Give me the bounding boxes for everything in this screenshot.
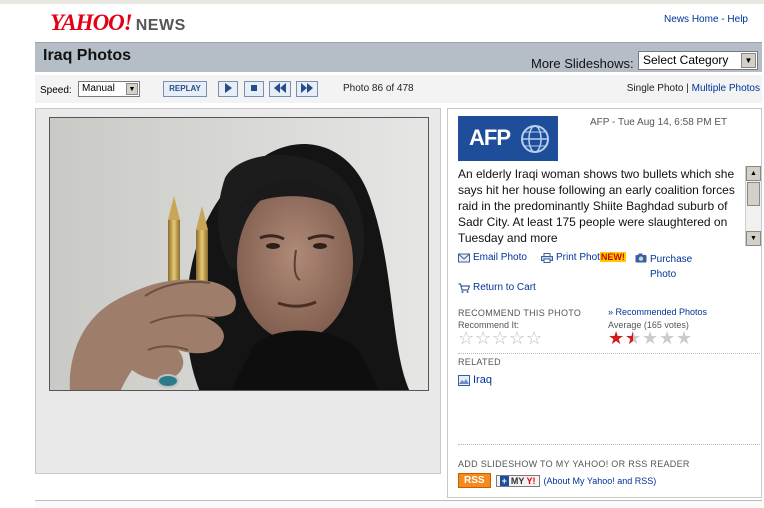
rewind-icon [274, 83, 286, 93]
recommend-star-rating[interactable]: ☆ ☆ ☆ ☆ ☆ [458, 329, 543, 347]
photo-caption: An elderly Iraqi woman shows two bullets… [458, 167, 735, 245]
yahoo-news-logo[interactable]: YAHOO! NEWS [50, 10, 186, 36]
afp-logo[interactable]: AFP [458, 116, 558, 161]
recommended-photos-link[interactable]: » Recommended Photos [608, 307, 707, 317]
dropdown-arrow-icon: ▼ [126, 83, 138, 95]
photo-panel [35, 108, 441, 474]
dropdown-arrow-icon: ▼ [741, 53, 756, 68]
view-mode-links: Single Photo | Multiple Photos [627, 83, 760, 94]
speed-select[interactable]: Manual ▼ [78, 81, 140, 97]
photo-counter: Photo 86 of 478 [343, 83, 414, 94]
more-slideshows-label: More Slideshows: [531, 56, 634, 71]
filled-star-icon: ★ [608, 328, 625, 348]
header-link-separator: - [721, 14, 725, 25]
top-border [0, 0, 764, 4]
purchase-label-line2: Photo [650, 269, 677, 280]
photo-byline: AFP - Tue Aug 14, 6:58 PM ET [590, 117, 728, 128]
print-photo-label: Print Phot [556, 252, 600, 263]
related-iraq-link[interactable]: Iraq [458, 374, 492, 386]
stop-icon [251, 85, 257, 91]
purchase-photo-link[interactable]: Purchase Photo [635, 252, 692, 282]
photo-illustration [50, 118, 428, 390]
scroll-down-button[interactable]: ▼ [746, 231, 761, 246]
page-title: Iraq Photos [43, 47, 132, 64]
return-to-cart-label: Return to Cart [473, 282, 536, 293]
bottom-content-edge [35, 500, 762, 508]
email-photo-link[interactable]: Email Photo [458, 252, 527, 263]
my-yahoo-label: MY [510, 475, 525, 486]
add-to-my-yahoo-button[interactable]: + MY Y! [495, 474, 540, 487]
caption-scroll-area[interactable]: An elderly Iraqi woman shows two bullets… [458, 166, 763, 248]
printer-icon [541, 253, 553, 263]
recommend-heading: RECOMMEND THIS PHOTO [458, 308, 582, 318]
header-links: News Home - Help [664, 14, 748, 25]
rate-star-icon[interactable]: ☆ [509, 329, 526, 347]
related-heading: RELATED [458, 357, 501, 367]
speed-label: Speed: [40, 85, 72, 96]
photo-info-panel: AFP AFP - Tue Aug 14, 6:58 PM ET An elde… [447, 108, 762, 498]
category-select-value: Select Category [643, 53, 729, 67]
title-bar: Iraq Photos More Slideshows: Select Cate… [35, 42, 762, 72]
single-photo-label: Single Photo [626, 83, 684, 94]
view-separator: | [686, 83, 689, 94]
play-icon [225, 83, 232, 93]
plus-icon: + [499, 475, 509, 486]
rate-star-icon[interactable]: ☆ [475, 329, 492, 347]
previous-button[interactable] [269, 81, 291, 97]
stop-button[interactable] [244, 81, 264, 97]
replay-button[interactable]: REPLAY [163, 81, 207, 97]
slideshow-photo[interactable] [49, 117, 429, 391]
return-to-cart-link[interactable]: Return to Cart [458, 282, 536, 293]
category-select[interactable]: Select Category ▼ [638, 51, 758, 70]
average-star-rating: ★ ★★ ★ ★ ★ [608, 329, 693, 347]
slideshow-controls: Speed: Manual ▼ REPLAY Photo 86 of 478 S… [35, 75, 762, 103]
speed-select-value: Manual [82, 83, 115, 94]
empty-star-icon: ★ [659, 328, 676, 348]
rss-button[interactable]: RSS [458, 473, 491, 488]
my-yahoo-y: Y! [526, 475, 536, 486]
scroll-up-button[interactable]: ▲ [746, 166, 761, 181]
camera-icon [635, 253, 647, 263]
next-button[interactable] [296, 81, 318, 97]
divider [458, 444, 760, 445]
logo-news-text: NEWS [135, 17, 186, 34]
help-link[interactable]: Help [727, 14, 748, 25]
photo-icon [458, 374, 470, 386]
afp-logo-text: AFP [469, 125, 511, 150]
divider [458, 353, 760, 354]
empty-star-icon: ★ [642, 328, 659, 348]
multiple-photos-link[interactable]: Multiple Photos [692, 83, 760, 94]
cart-icon [458, 283, 470, 293]
scroll-thumb[interactable] [747, 182, 760, 206]
rate-star-icon[interactable]: ☆ [526, 329, 543, 347]
new-badge: NEW! [599, 252, 626, 262]
subscribe-row: RSS + MY Y! (About My Yahoo! and RSS) [458, 473, 656, 488]
related-iraq-label: Iraq [473, 374, 492, 386]
purchase-label-line1: Purchase [650, 254, 693, 265]
rate-star-icon[interactable]: ☆ [492, 329, 509, 347]
half-star-icon: ★★ [625, 328, 642, 348]
fast-forward-icon [301, 83, 313, 93]
news-home-link[interactable]: News Home [664, 14, 718, 25]
about-my-yahoo-rss-link[interactable]: (About My Yahoo! and RSS) [544, 476, 657, 486]
print-photo-link[interactable]: Print Phot NEW! [541, 252, 626, 263]
envelope-icon [458, 253, 470, 263]
caption-scrollbar[interactable]: ▲ ▼ [745, 166, 761, 246]
empty-star-icon: ★ [676, 328, 693, 348]
play-button[interactable] [218, 81, 238, 97]
logo-yahoo-text: YAHOO! [50, 10, 133, 35]
globe-icon [521, 125, 549, 153]
add-slideshow-heading: ADD SLIDESHOW TO MY YAHOO! OR RSS READER [458, 459, 690, 469]
email-photo-label: Email Photo [473, 252, 527, 263]
rate-star-icon[interactable]: ☆ [458, 329, 475, 347]
